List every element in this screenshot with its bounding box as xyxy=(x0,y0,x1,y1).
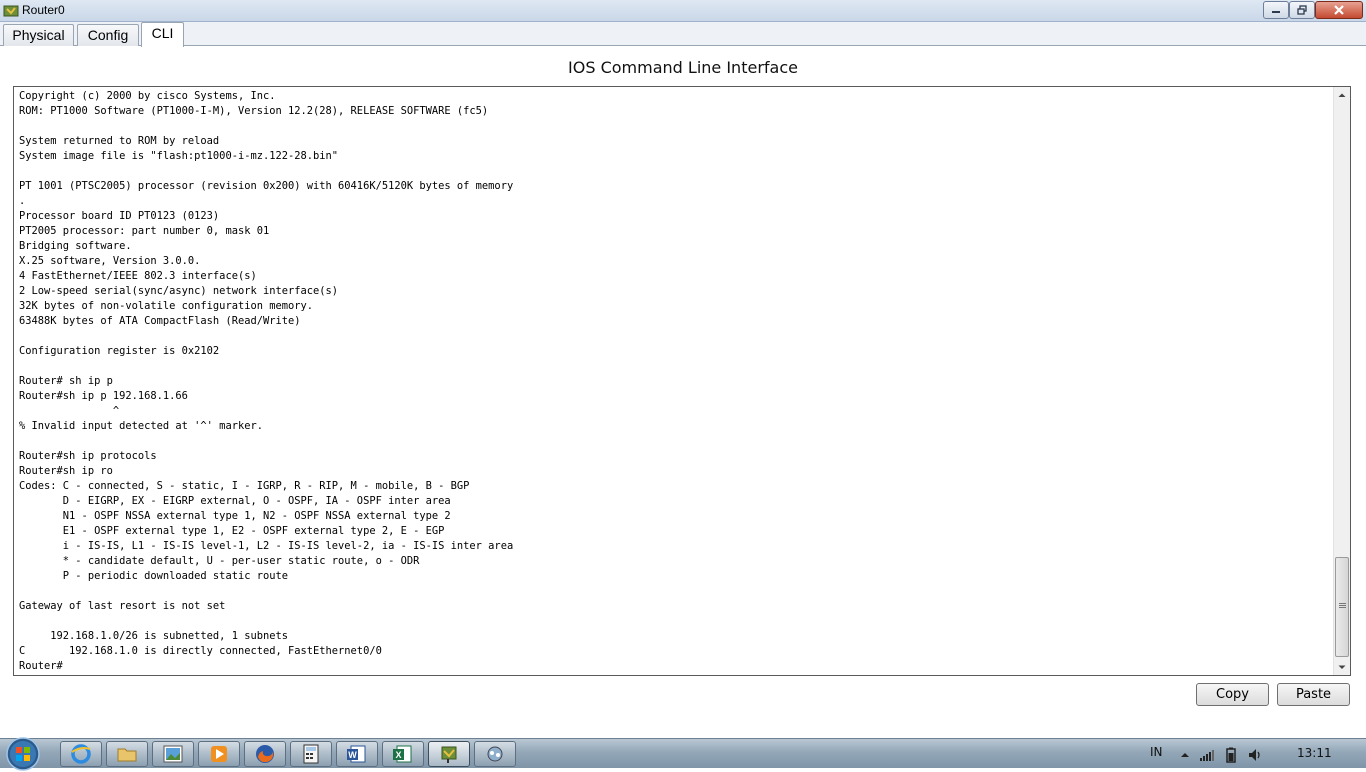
taskbar-word[interactable]: W xyxy=(336,741,378,767)
paste-button[interactable]: Paste xyxy=(1277,683,1350,706)
volume-icon[interactable] xyxy=(1247,747,1263,763)
media-player-icon xyxy=(211,746,227,762)
excel-icon: X xyxy=(393,745,412,763)
router-app-icon xyxy=(3,5,19,17)
scroll-up-icon xyxy=(1338,93,1346,97)
console-line: Bridging software. xyxy=(19,240,132,252)
minimize-icon xyxy=(1272,11,1280,13)
tab-strip: Physical Config CLI xyxy=(0,22,1366,47)
folder-icon xyxy=(117,748,137,762)
console-line: Codes: C - connected, S - static, I - IG… xyxy=(19,480,470,492)
firefox-icon xyxy=(256,745,274,763)
taskbar-excel[interactable]: X xyxy=(382,741,424,767)
taskbar-packet-tracer[interactable] xyxy=(428,741,470,767)
console-line: 192.168.1.0/26 is subnetted, 1 subnets xyxy=(19,630,288,642)
close-button[interactable] xyxy=(1315,1,1363,19)
console-line: Router# xyxy=(19,660,63,672)
tab-cli[interactable]: CLI xyxy=(141,22,184,47)
console-line: 63488K bytes of ATA CompactFlash (Read/W… xyxy=(19,315,301,327)
taskbar-calculator[interactable] xyxy=(290,741,332,767)
console-line: ROM: PT1000 Software (PT1000-I-M), Versi… xyxy=(19,105,489,117)
taskbar-explorer[interactable] xyxy=(106,741,148,767)
console-line: Configuration register is 0x2102 xyxy=(19,345,220,357)
console-line: Router# sh ip p xyxy=(19,375,113,387)
console-line: 32K bytes of non-volatile configuration … xyxy=(19,300,314,312)
console-line: System image file is "flash:pt1000-i-mz.… xyxy=(19,150,339,162)
console-scrollbar[interactable] xyxy=(1333,87,1350,675)
taskbar-image-viewer[interactable] xyxy=(152,741,194,767)
console-line: X.25 software, Version 3.0.0. xyxy=(19,255,201,267)
signal-icon[interactable] xyxy=(1199,747,1215,763)
cli-console[interactable]: Copyright (c) 2000 by cisco Systems, Inc… xyxy=(13,86,1351,676)
window-titlebar: Router0 xyxy=(0,0,1366,22)
console-line: Router#sh ip protocols xyxy=(19,450,157,462)
battery-icon[interactable] xyxy=(1223,747,1239,763)
taskbar-internet-explorer[interactable] xyxy=(60,741,102,767)
svg-text:X: X xyxy=(395,750,401,760)
word-icon: W xyxy=(347,745,366,763)
calculator-app-icon xyxy=(303,744,319,764)
console-line: % Invalid input detected at '^' marker. xyxy=(19,420,263,432)
console-line: System returned to ROM by reload xyxy=(19,135,220,147)
console-line: PT2005 processor: part number 0, mask 01 xyxy=(19,225,270,237)
console-line: i - IS-IS, L1 - IS-IS level-1, L2 - IS-I… xyxy=(19,540,514,552)
scroll-down-button[interactable] xyxy=(1334,659,1350,675)
console-line: . xyxy=(19,195,26,207)
packet-tracer-icon xyxy=(441,746,457,763)
close-icon xyxy=(1334,5,1344,15)
scroll-thumb[interactable] xyxy=(1335,557,1349,657)
start-button[interactable] xyxy=(2,736,44,772)
console-line: P - periodic downloaded static route xyxy=(19,570,288,582)
console-line: C 192.168.1.0 is directly connected, Fas… xyxy=(19,645,382,657)
console-line: D - EIGRP, EX - EIGRP external, O - OSPF… xyxy=(19,495,451,507)
window-title: Router0 xyxy=(22,3,65,17)
tab-physical[interactable]: Physical xyxy=(3,24,74,46)
console-line: Router#sh ip p 192.168.1.66 xyxy=(19,390,188,402)
console-line: Router#sh ip ro xyxy=(19,465,113,477)
restore-icon xyxy=(1297,5,1307,15)
scroll-down-icon xyxy=(1338,665,1346,669)
taskbar-media-player[interactable] xyxy=(198,741,240,767)
minimize-button[interactable] xyxy=(1263,1,1289,19)
taskbar-network-app[interactable] xyxy=(474,741,516,767)
internet-explorer-icon xyxy=(71,744,91,764)
tab-config[interactable]: Config xyxy=(77,24,139,46)
console-line: 2 Low-speed serial(sync/async) network i… xyxy=(19,285,339,297)
console-line: Gateway of last resort is not set xyxy=(19,600,226,612)
console-line: ^ xyxy=(19,405,120,417)
console-line: Copyright (c) 2000 by cisco Systems, Inc… xyxy=(19,90,276,102)
console-line: PT 1001 (PTSC2005) processor (revision 0… xyxy=(19,180,514,192)
taskbar: W X IN 13:11 xyxy=(0,737,1366,771)
console-line: * - candidate default, U - per-user stat… xyxy=(19,555,420,567)
clock[interactable]: 13:11 xyxy=(1297,746,1332,760)
page-title: IOS Command Line Interface xyxy=(568,58,798,77)
svg-text:W: W xyxy=(348,750,357,760)
maximize-button[interactable] xyxy=(1289,1,1315,19)
console-line: Processor board ID PT0123 (0123) xyxy=(19,210,220,222)
console-output[interactable]: Copyright (c) 2000 by cisco Systems, Inc… xyxy=(19,89,1329,673)
copy-button[interactable]: Copy xyxy=(1196,683,1269,706)
image-viewer-icon xyxy=(163,745,183,763)
show-hidden-icons-icon[interactable] xyxy=(1177,747,1193,763)
console-line: 4 FastEthernet/IEEE 802.3 interface(s) xyxy=(19,270,257,282)
console-line: N1 - OSPF NSSA external type 1, N2 - OSP… xyxy=(19,510,451,522)
scroll-up-button[interactable] xyxy=(1334,87,1350,103)
language-indicator[interactable]: IN xyxy=(1150,745,1163,759)
console-line: E1 - OSPF external type 1, E2 - OSPF ext… xyxy=(19,525,445,537)
taskbar-firefox[interactable] xyxy=(244,741,286,767)
network-app-icon xyxy=(487,746,503,762)
